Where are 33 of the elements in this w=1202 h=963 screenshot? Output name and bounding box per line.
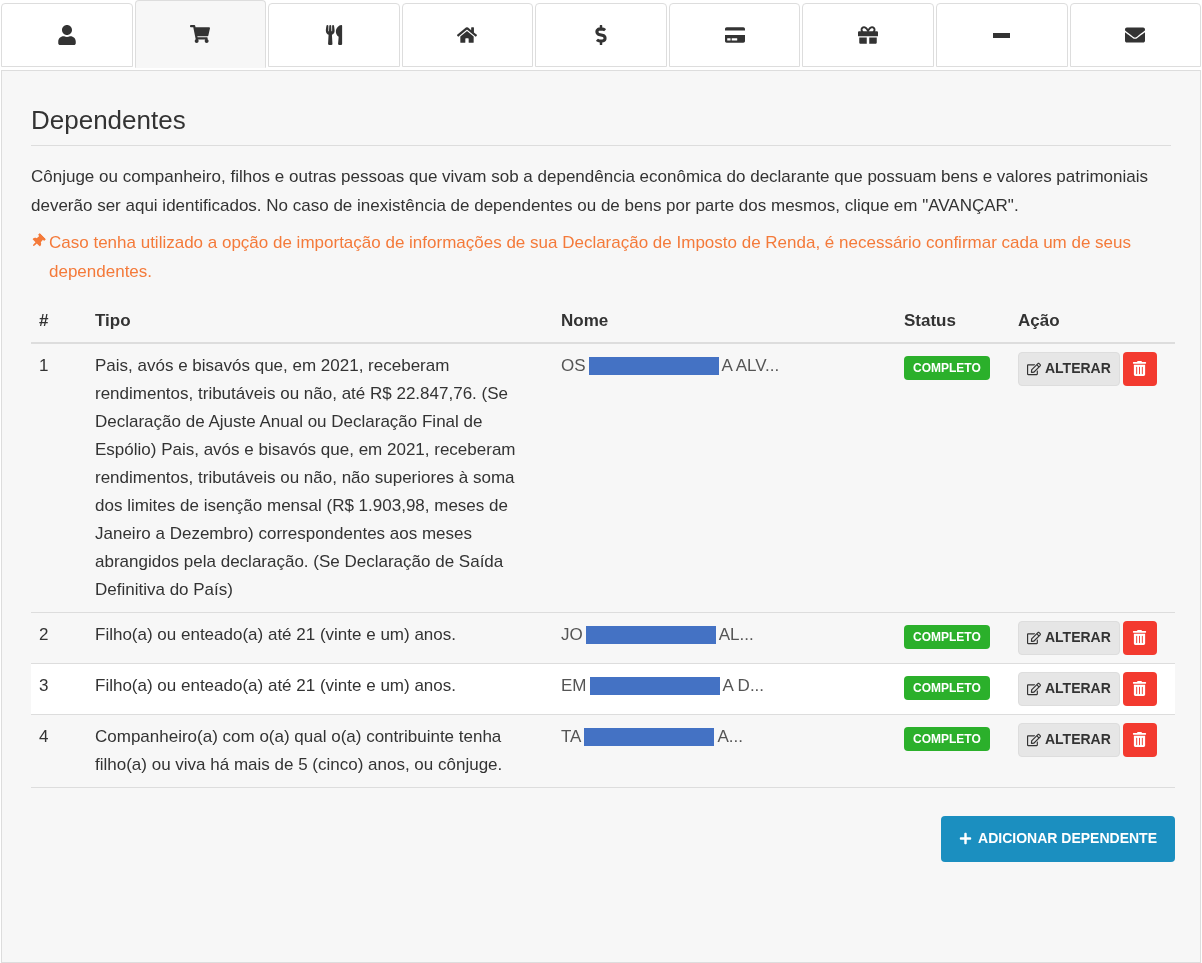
section-title: Dependentes — [31, 101, 1171, 146]
column-header: Status — [904, 311, 956, 330]
dependent-type: Filho(a) ou enteado(a) até 21 (vinte e um) anos. — [95, 623, 457, 646]
column-header: Nome — [561, 311, 609, 330]
status-label: COMPLETO — [904, 624, 990, 649]
name-text: EM — [561, 674, 587, 697]
warning-text: Caso tenha utilizado a opção de importação de informações de sua Declaração de Imposto de Renda, é necessário confirmar cada um de seus dependentes. — [49, 232, 1132, 283]
column-header: # — [39, 311, 49, 330]
column-header: Tipo — [95, 311, 131, 330]
row-number: 3 — [39, 675, 49, 695]
name-text: TA — [561, 725, 582, 748]
column-header: Ação — [1018, 311, 1060, 330]
dependent-type: Pais, avós e bisavós que, em 2021, receberam rendimentos, tributáveis ou não, até R$ 22.847,76. (Se Declaração de Ajuste Anual ou Declaração Final de Espólio) Pais, avós e bisavós que, em 2021, receberam rendimentos, tributáveis ou não, não superiores à soma dos limites de isenção mensal (R$ 1.903,98, meses de Janeiro a Dezembro) correspondentes aos meses abrangidos pela declaração. (Se Declaração de Saída Definitiva do País) — [95, 354, 517, 601]
edit-button[interactable]: ALTERAR — [1018, 620, 1120, 655]
dependent-type: Filho(a) ou enteado(a) até 21 (vinte e um) anos. — [95, 674, 457, 697]
name-text: A... — [717, 725, 743, 748]
status-label: COMPLETO — [904, 726, 990, 751]
name-text: A D... — [722, 674, 765, 697]
add-dependent-button[interactable]: ADICIONAR DEPENDENTE — [941, 815, 1175, 862]
name-text: JO — [561, 623, 583, 646]
edit-button[interactable]: ALTERAR — [1018, 351, 1120, 386]
dependent-type: Companheiro(a) com o(a) qual o(a) contribuinte tenha filho(a) ou viva há mais de 5 (cinco) anos, ou cônjuge. — [95, 725, 504, 776]
edit-button[interactable]: ALTERAR — [1018, 671, 1120, 706]
description-text: Cônjuge ou companheiro, filhos e outras pessoas que vivam sob a dependência econômica do declarante que possuam bens e valores patrimoniais deverão ser aqui identificados. No caso de inexistência de dependentes ou de bens por parte dos mesmos, clique em "AVANÇAR". — [31, 166, 1150, 217]
row-number: 2 — [39, 624, 49, 644]
row-number: 1 — [39, 355, 49, 375]
name-text: AL... — [718, 623, 754, 646]
edit-button[interactable]: ALTERAR — [1018, 722, 1120, 757]
name-text: A ALV... — [721, 354, 780, 377]
status-label: COMPLETO — [904, 675, 990, 700]
row-number: 4 — [39, 726, 49, 746]
name-text: OS — [561, 354, 586, 377]
status-label: COMPLETO — [904, 355, 990, 380]
